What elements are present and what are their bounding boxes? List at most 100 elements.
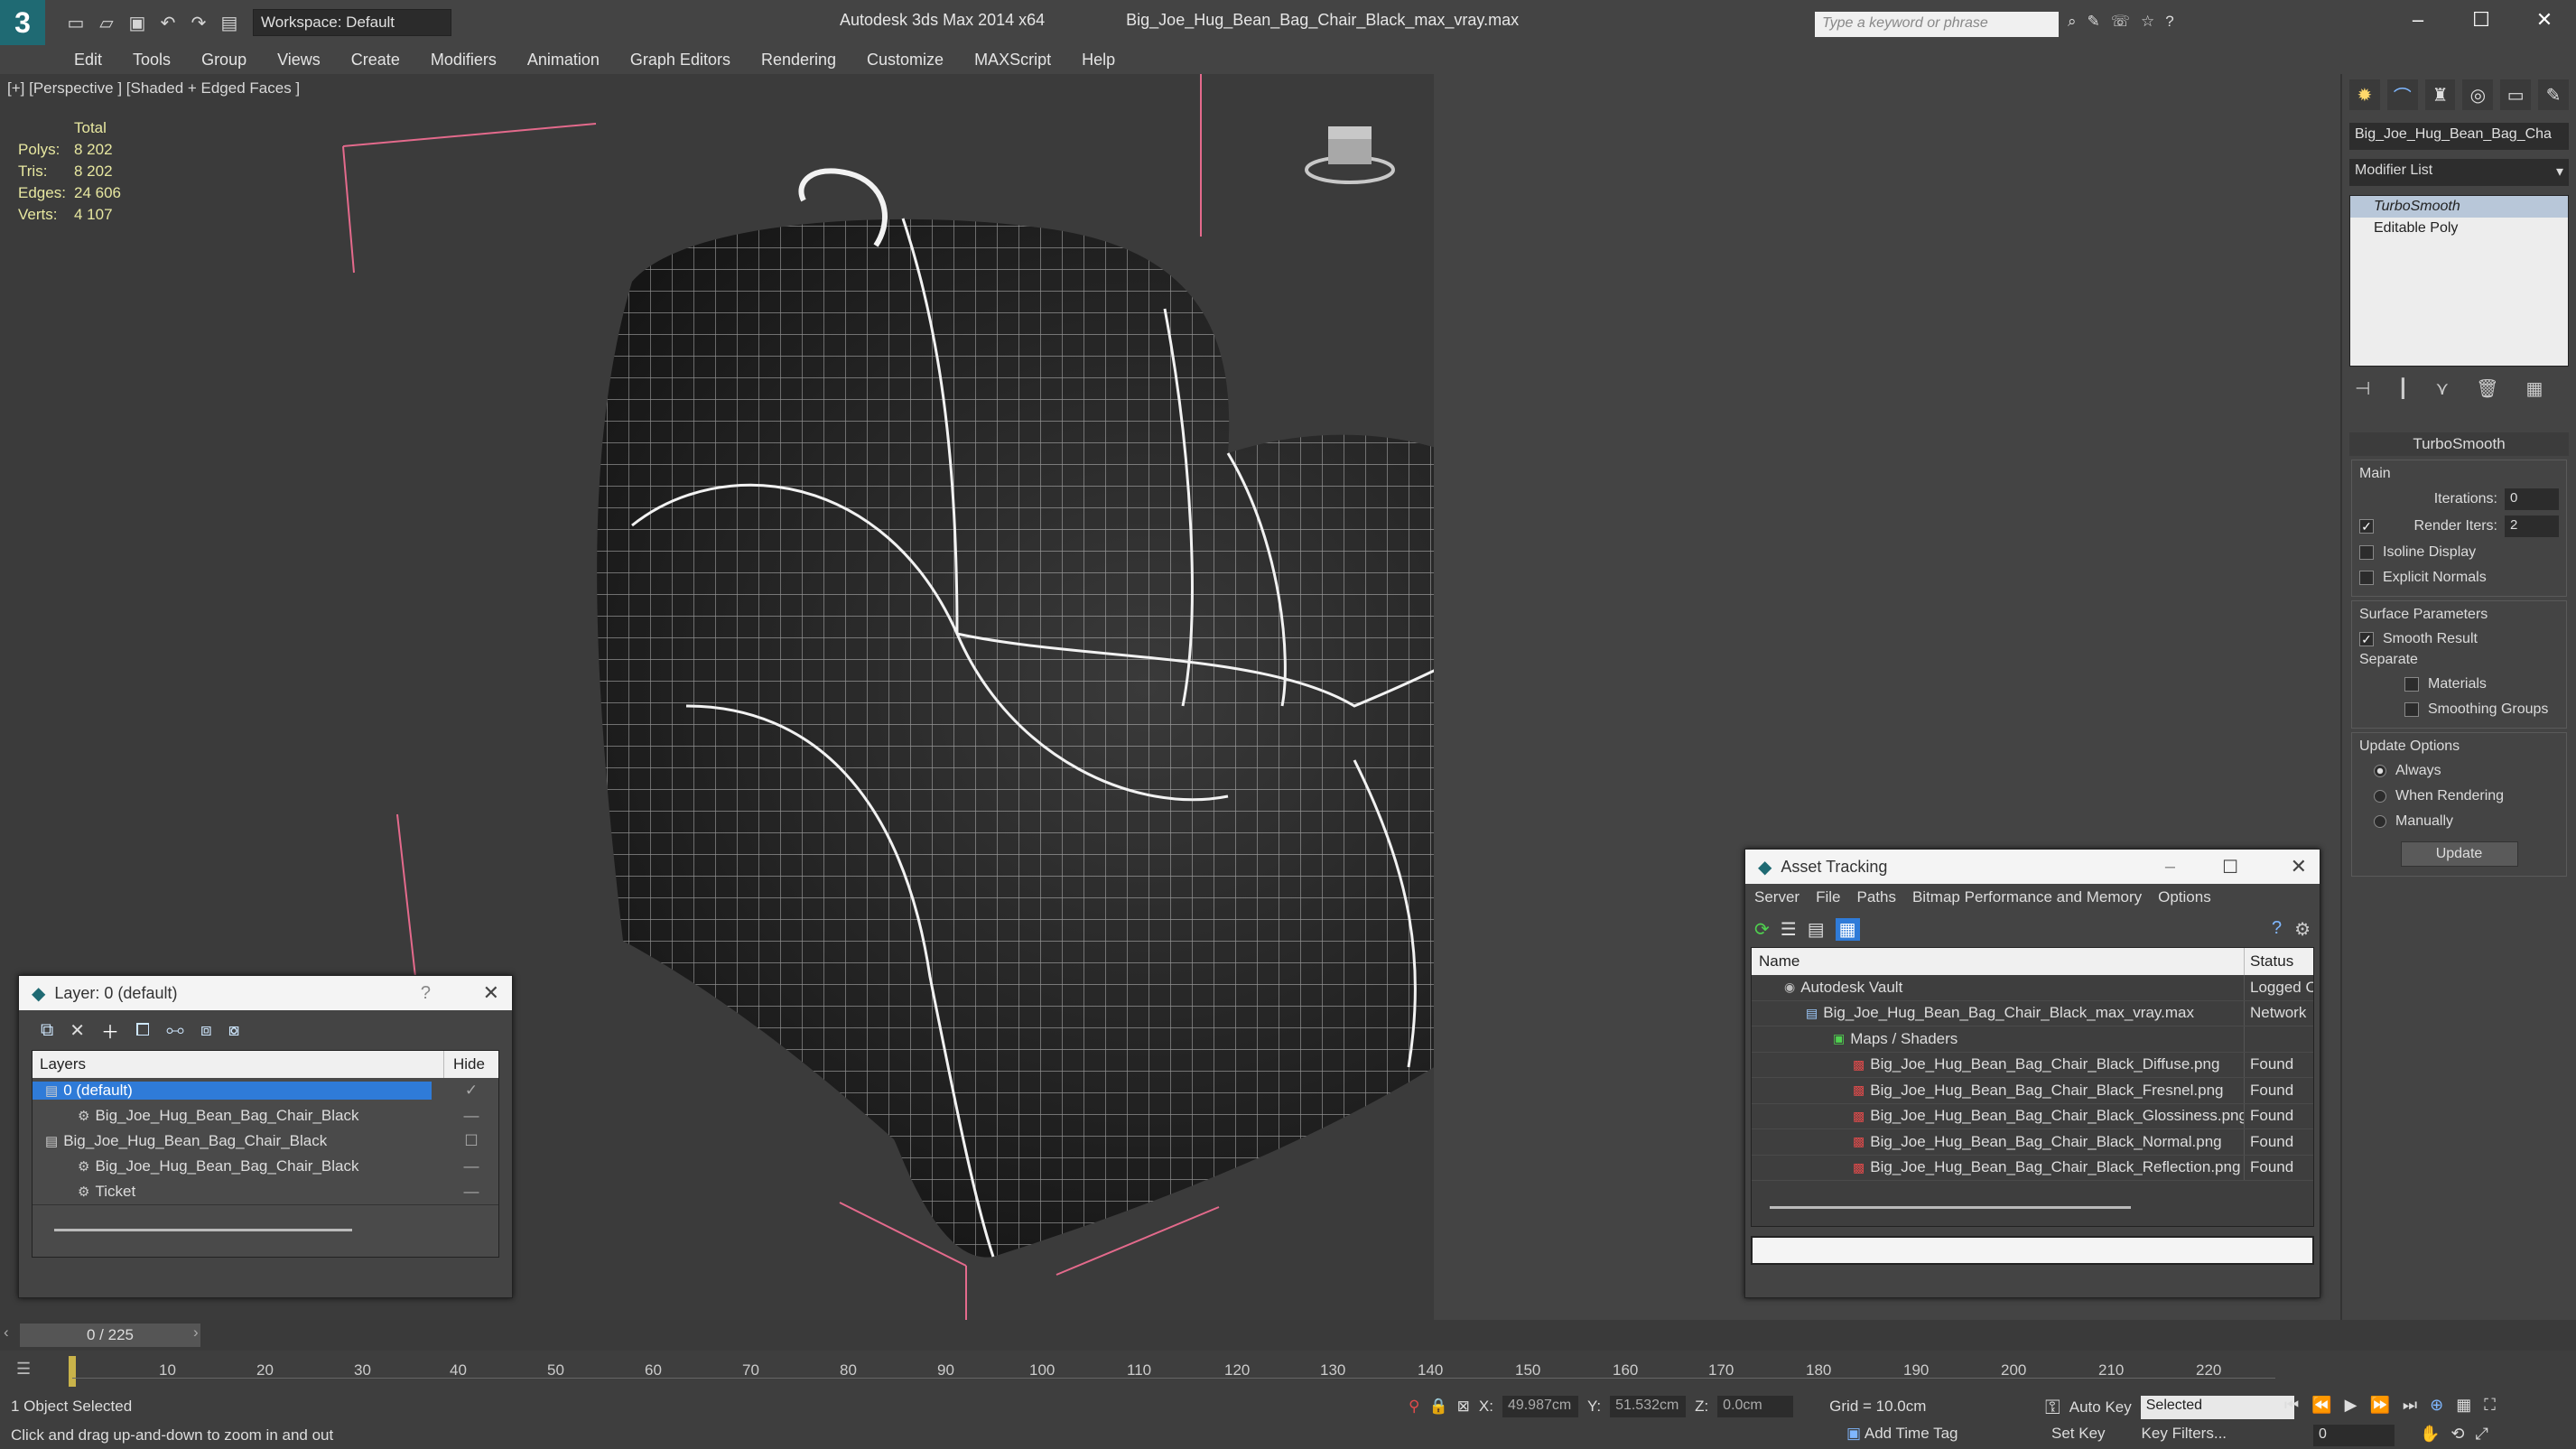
new-file-icon[interactable]: ▭ xyxy=(63,10,88,35)
time-slider[interactable]: 0 / 225 xyxy=(20,1324,200,1347)
help-icon[interactable]: ? xyxy=(421,983,431,1004)
go-to-start-icon[interactable]: ⏮ xyxy=(2284,1396,2299,1415)
menu-create[interactable]: Create xyxy=(351,51,400,70)
open-file-icon[interactable]: ▱ xyxy=(94,10,119,35)
freeze-all-icon[interactable]: ⧇ xyxy=(228,1020,240,1041)
project-folder-icon[interactable]: ▤ xyxy=(217,10,242,35)
modifier-list-dropdown[interactable]: Modifier List ▾ xyxy=(2349,159,2569,186)
current-frame-marker[interactable] xyxy=(69,1356,76,1387)
key-icon[interactable]: ⚿ xyxy=(2045,1396,2060,1419)
help-icon[interactable]: ? xyxy=(2272,918,2282,941)
modify-tab-icon[interactable]: ⌒ xyxy=(2386,79,2418,110)
orbit-icon[interactable]: ⟲ xyxy=(2450,1425,2464,1444)
help-icon[interactable]: ? xyxy=(2165,13,2173,31)
menu-customize[interactable]: Customize xyxy=(867,51,944,70)
when-rendering-radio[interactable] xyxy=(2374,790,2386,803)
menu-animation[interactable]: Animation xyxy=(527,51,600,70)
zoom-extents-icon[interactable]: ⛶ xyxy=(2484,1396,2496,1415)
lock-selection-icon[interactable]: 🔒 xyxy=(1428,1398,1447,1416)
refresh-icon[interactable]: ⟳ xyxy=(1754,918,1770,941)
configure-sets-icon[interactable]: ▦ xyxy=(2526,377,2543,400)
asset-row[interactable]: ▤ Big_Joe_Hug_Bean_Bag_Chair_Black_max_vr… xyxy=(1752,1000,2313,1026)
at-menu-options[interactable]: Options xyxy=(2158,888,2211,906)
asset-row[interactable]: ◉ Autodesk Vault Logged O xyxy=(1752,975,2313,1001)
hide-toggle[interactable]: — xyxy=(444,1183,498,1201)
y-coordinate-field[interactable]: 51.532cm xyxy=(1610,1396,1687,1417)
menu-maxscript[interactable]: MAXScript xyxy=(974,51,1051,70)
z-coordinate-field[interactable]: 0.0cm xyxy=(1717,1396,1794,1417)
hide-column-header[interactable]: Hide xyxy=(444,1055,498,1073)
smoothing-groups-checkbox[interactable] xyxy=(2404,702,2419,717)
menu-rendering[interactable]: Rendering xyxy=(761,51,836,70)
remove-modifier-icon[interactable]: 🗑 xyxy=(2476,377,2498,400)
maximize-button[interactable]: ☐ xyxy=(2450,0,2513,40)
pin-stack-icon[interactable]: ⊣ xyxy=(2355,377,2370,400)
highlight-layer-icon[interactable]: ⧟ xyxy=(166,1020,184,1041)
maximize-viewport-icon[interactable]: ⤢ xyxy=(2476,1425,2488,1444)
horizontal-scrollbar[interactable] xyxy=(54,1229,352,1231)
menu-modifiers[interactable]: Modifiers xyxy=(431,51,497,70)
zoom-all-icon[interactable]: ▦ xyxy=(2456,1396,2471,1415)
asset-row[interactable]: ▩ Big_Joe_Hug_Bean_Bag_Chair_Black_Diffus… xyxy=(1752,1052,2313,1078)
prev-frame-icon[interactable]: ‹ xyxy=(4,1324,9,1342)
explicit-normals-checkbox[interactable] xyxy=(2359,571,2374,585)
settings-icon[interactable]: ⚙ xyxy=(2294,918,2311,941)
layer-row[interactable]: ▤ Big_Joe_Hug_Bean_Bag_Chair_Black ☐ xyxy=(33,1129,498,1154)
close-icon[interactable]: ✕ xyxy=(2291,855,2307,878)
object-name-field[interactable]: Big_Joe_Hug_Bean_Bag_Cha xyxy=(2349,123,2569,150)
asset-row[interactable]: ▩ Big_Joe_Hug_Bean_Bag_Chair_Black_Glossi… xyxy=(1752,1103,2313,1129)
hide-toggle[interactable]: — xyxy=(444,1107,498,1125)
auto-key-button[interactable]: Auto Key xyxy=(2069,1398,2132,1416)
communication-icon[interactable]: ☏ xyxy=(2111,13,2130,31)
minimize-button[interactable]: – xyxy=(2386,0,2450,40)
menu-group[interactable]: Group xyxy=(201,51,246,70)
motion-tab-icon[interactable]: ◎ xyxy=(2462,79,2494,110)
pan-icon[interactable]: ✋ xyxy=(2420,1425,2440,1444)
close-button[interactable]: ✕ xyxy=(2513,0,2576,40)
isolate-icon[interactable]: ⚲ xyxy=(1409,1398,1419,1416)
table-view-icon[interactable]: ▦ xyxy=(1835,917,1860,941)
minimize-icon[interactable]: – xyxy=(2165,857,2175,878)
hierarchy-tab-icon[interactable]: ♜ xyxy=(2424,79,2456,110)
isoline-checkbox[interactable] xyxy=(2359,545,2374,560)
render-iters-spinner[interactable]: 2 xyxy=(2505,516,2559,537)
hide-toggle[interactable]: — xyxy=(444,1157,498,1175)
display-tab-icon[interactable]: ▭ xyxy=(2500,79,2532,110)
smooth-result-checkbox[interactable]: ✓ xyxy=(2359,632,2374,646)
menu-tools[interactable]: Tools xyxy=(133,51,171,70)
app-logo-icon[interactable]: 3 xyxy=(0,0,45,45)
materials-checkbox[interactable] xyxy=(2404,677,2419,692)
track-bar[interactable]: ☰ 10 20 30 40 50 60 70 80 90 100 110 120… xyxy=(0,1351,2576,1392)
delete-layer-icon[interactable]: ✕ xyxy=(70,1019,85,1042)
layer-row[interactable]: ▤ 0 (default) ✓ xyxy=(33,1078,498,1103)
manually-radio[interactable] xyxy=(2374,815,2386,828)
tools-icon[interactable]: ✎ xyxy=(2088,13,2100,31)
tree-view-icon[interactable]: ▤ xyxy=(1808,918,1825,941)
key-filters-button[interactable]: Key Filters... xyxy=(2142,1425,2227,1443)
asset-row[interactable]: ▩ Big_Joe_Hug_Bean_Bag_Chair_Black_Normal… xyxy=(1752,1129,2313,1156)
previous-frame-icon[interactable]: ⏪ xyxy=(2311,1396,2331,1415)
x-coordinate-field[interactable]: 49.987cm xyxy=(1502,1396,1578,1417)
workspace-dropdown[interactable]: Workspace: Default xyxy=(253,9,451,36)
zoom-icon[interactable]: ⊕ xyxy=(2430,1396,2443,1415)
maximize-icon[interactable]: ☐ xyxy=(2222,856,2238,878)
save-icon[interactable]: ▣ xyxy=(125,10,150,35)
viewport-label[interactable]: [+] [Perspective ] [Shaded + Edged Faces… xyxy=(7,79,300,98)
stack-item-turbosmooth[interactable]: TurboSmooth xyxy=(2350,196,2568,218)
hide-all-icon[interactable]: ⧈ xyxy=(200,1020,212,1041)
create-layer-icon[interactable]: ⧉ xyxy=(41,1020,53,1041)
redo-icon[interactable]: ↷ xyxy=(186,10,211,35)
layer-dialog-titlebar[interactable]: ◆ Layer: 0 (default) ? ✕ xyxy=(19,976,512,1010)
binoculars-icon[interactable]: ⌕ xyxy=(2068,13,2077,31)
play-icon[interactable]: ▶ xyxy=(2345,1396,2357,1415)
asset-row[interactable]: ▣ Maps / Shaders xyxy=(1752,1026,2313,1053)
name-column-header[interactable]: Name xyxy=(1752,948,2245,975)
close-icon[interactable]: ✕ xyxy=(483,981,499,1005)
add-to-layer-icon[interactable]: ＋ xyxy=(101,1017,119,1044)
select-objects-icon[interactable]: ⧠ xyxy=(135,1020,150,1041)
current-frame-field[interactable]: 0 xyxy=(2313,1425,2395,1446)
horizontal-scrollbar[interactable] xyxy=(1770,1206,2131,1209)
update-button[interactable]: Update xyxy=(2400,841,2518,867)
favorites-star-icon[interactable]: ☆ xyxy=(2141,13,2154,31)
create-tab-icon[interactable]: ✹ xyxy=(2349,79,2380,110)
